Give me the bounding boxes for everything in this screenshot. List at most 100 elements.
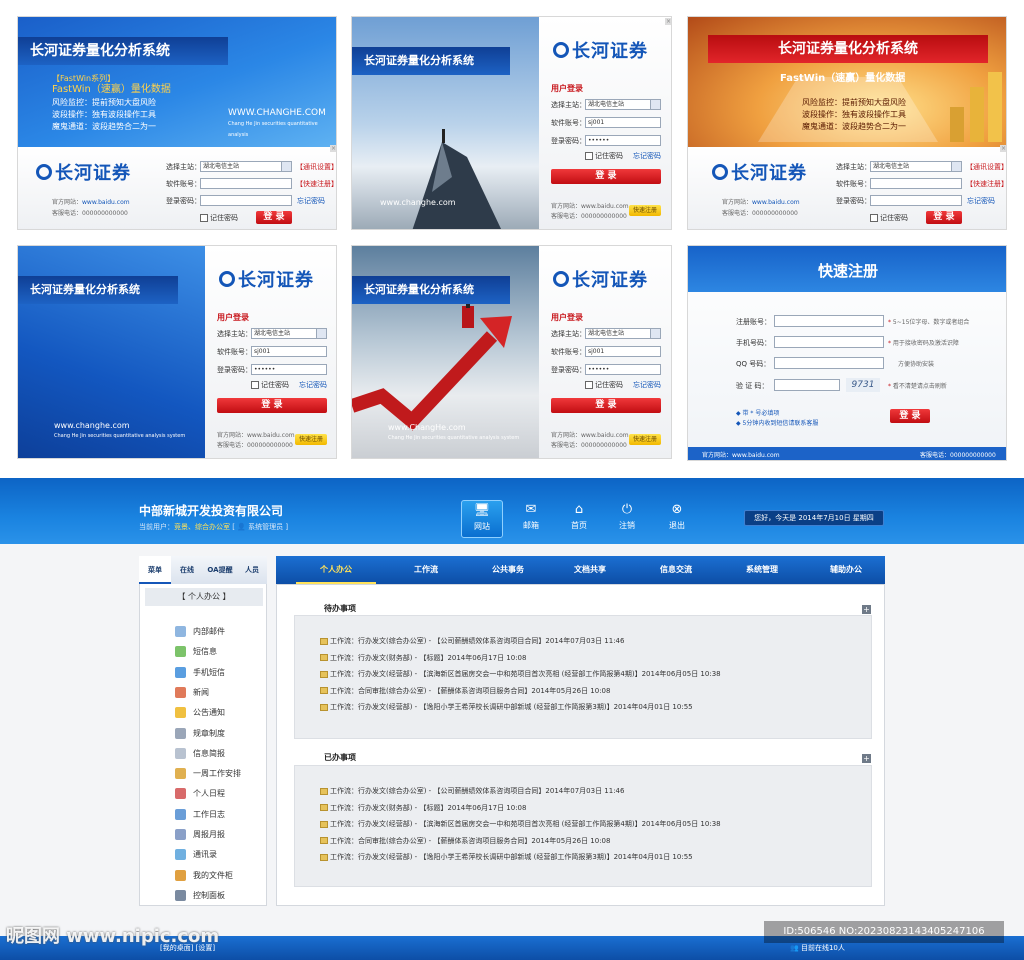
password-input[interactable] bbox=[870, 195, 962, 206]
menu-icon bbox=[175, 646, 186, 658]
quick-register-button[interactable]: 快速注册 bbox=[629, 205, 661, 216]
list-item[interactable]: 工作流：行办发文(综合办公室) - 【公司薪酬绩效体系咨询项目合同】2014年0… bbox=[318, 784, 624, 798]
close-icon[interactable]: × bbox=[665, 18, 671, 25]
feature-line: FastWin（速赢）量化数据 bbox=[52, 84, 171, 95]
password-input[interactable] bbox=[200, 195, 292, 206]
list-item[interactable]: 工作流：行办发文(经营部) - 【逸阳小学王希萍校长调研中部新城 (经营部工作简… bbox=[318, 850, 693, 864]
side-tab-oa-reminder[interactable]: OA提醒 bbox=[203, 556, 237, 584]
monitor-icon: 🖥 bbox=[473, 503, 491, 518]
sidebar-item[interactable]: 一周工作安排 bbox=[175, 764, 265, 784]
nav-exit[interactable]: ⊗ 退出 bbox=[656, 500, 698, 538]
register-phone-input[interactable] bbox=[774, 336, 884, 348]
captcha-input[interactable] bbox=[774, 379, 840, 391]
expand-icon[interactable]: + bbox=[862, 605, 871, 614]
folder-icon bbox=[320, 670, 328, 678]
forgot-link[interactable]: 忘记密码 bbox=[633, 151, 661, 161]
register-button[interactable]: 登 录 bbox=[890, 409, 930, 423]
server-settings-link[interactable]: 【通讯设置】 bbox=[966, 162, 1006, 172]
sidebar-item[interactable]: 规章制度 bbox=[175, 724, 265, 744]
register-qq-input[interactable] bbox=[774, 357, 884, 369]
folder-icon bbox=[320, 637, 328, 645]
login-button[interactable]: 登 录 bbox=[256, 211, 292, 224]
remember-checkbox[interactable]: 记住密码 bbox=[870, 213, 908, 223]
remember-checkbox[interactable]: 记住密码 bbox=[585, 380, 623, 390]
system-title: 长河证券量化分析系统 bbox=[18, 276, 178, 304]
server-select[interactable]: 湖北电信主站 bbox=[200, 161, 292, 172]
server-select[interactable]: 湖北电信主站 bbox=[585, 99, 661, 110]
sidebar-item[interactable]: 内部邮件 bbox=[175, 622, 265, 642]
sidebar-item[interactable]: 我的文件柜 bbox=[175, 866, 265, 886]
password-input[interactable]: •••••• bbox=[585, 364, 661, 375]
register-account-input[interactable] bbox=[774, 315, 884, 327]
remember-checkbox[interactable]: 记住密码 bbox=[251, 380, 289, 390]
remember-checkbox[interactable]: 记住密码 bbox=[200, 213, 238, 223]
list-item[interactable]: 工作流：行办发文(经营部) - 【滨海新区首届房交会一中和苑项目首次亮相 (经营… bbox=[318, 817, 721, 831]
main-tab[interactable]: 信息交流 bbox=[636, 556, 716, 584]
side-tab-menu[interactable]: 菜单 bbox=[139, 556, 171, 584]
nav-logout[interactable]: ⏻ 注销 bbox=[606, 500, 648, 538]
main-tab[interactable]: 辅助办公 bbox=[806, 556, 886, 584]
side-tab-online[interactable]: 在线 bbox=[171, 556, 203, 584]
feature-line: 魔鬼通道：波段趋势合二为一 bbox=[802, 122, 906, 131]
list-item[interactable]: 工作流：行办发文(经营部) - 【逸阳小学王希萍校长调研中部新城 (经营部工作简… bbox=[318, 700, 693, 714]
close-icon[interactable]: × bbox=[330, 145, 336, 152]
password-input[interactable]: •••••• bbox=[251, 364, 327, 375]
nav-website[interactable]: 🖥 网站 bbox=[461, 500, 503, 538]
list-item[interactable]: 工作流：行办发文(财务部) - 【标题】2014年06月17日 10:08 bbox=[318, 651, 526, 665]
main-tab[interactable]: 工作流 bbox=[386, 556, 466, 584]
login-button[interactable]: 登 录 bbox=[551, 398, 661, 413]
menu-icon bbox=[175, 707, 186, 719]
password-input[interactable]: •••••• bbox=[585, 135, 661, 146]
quick-register-button[interactable]: 快速注册 bbox=[629, 434, 661, 445]
sidebar-item[interactable]: 短信息 bbox=[175, 642, 265, 662]
list-item[interactable]: 工作流：行办发文(综合办公室) - 【公司薪酬绩效体系咨询项目合同】2014年0… bbox=[318, 634, 624, 648]
register-panel: 快速注册 注册账号： * 5~15位字母、数字或者组合 手机号码： * 用于接收… bbox=[687, 245, 1007, 461]
account-input[interactable]: sj001 bbox=[585, 346, 661, 357]
forgot-link[interactable]: 忘记密码 bbox=[299, 380, 327, 390]
server-select[interactable]: 湖北电信主站 bbox=[585, 328, 661, 339]
login-button[interactable]: 登 录 bbox=[926, 211, 962, 224]
nav-home[interactable]: ⌂ 首页 bbox=[558, 500, 600, 538]
quick-register-button[interactable]: 快速注册 bbox=[295, 434, 327, 445]
sidebar-item[interactable]: 信息简报 bbox=[175, 744, 265, 764]
system-title: 长河证券量化分析系统 bbox=[352, 47, 510, 75]
main-tab[interactable]: 公共事务 bbox=[468, 556, 548, 584]
brand-logo: 长河证券 bbox=[553, 37, 648, 63]
account-input[interactable]: sj001 bbox=[585, 117, 661, 128]
main-tab[interactable]: 系统管理 bbox=[722, 556, 802, 584]
close-icon[interactable]: × bbox=[1000, 145, 1006, 152]
user-login-heading: 用户登录 bbox=[217, 313, 249, 322]
main-tab[interactable]: 文档共享 bbox=[550, 556, 630, 584]
sidebar-item[interactable]: 通讯录 bbox=[175, 845, 265, 865]
sidebar-item[interactable]: 公告通知 bbox=[175, 703, 265, 723]
forgot-link[interactable]: 忘记密码 bbox=[633, 380, 661, 390]
sidebar-item[interactable]: 手机短信 bbox=[175, 663, 265, 683]
list-item[interactable]: 工作流：合同审批(综合办公室) - 【薪酬体系咨询项目服务合同】2014年05月… bbox=[318, 834, 610, 848]
captcha-image[interactable]: 9731 bbox=[846, 378, 880, 392]
server-select[interactable]: 湖北电信主站 bbox=[251, 328, 327, 339]
sidebar-item[interactable]: 周报月报 bbox=[175, 825, 265, 845]
list-item[interactable]: 工作流：合同审批(综合办公室) - 【薪酬体系咨询项目服务合同】2014年05月… bbox=[318, 684, 610, 698]
forgot-link[interactable]: 忘记密码 bbox=[967, 196, 995, 206]
account-input[interactable]: sj001 bbox=[251, 346, 327, 357]
quick-register-link[interactable]: 【快速注册】 bbox=[966, 179, 1006, 189]
quick-register-link[interactable]: 【快速注册】 bbox=[296, 179, 336, 189]
forgot-link[interactable]: 忘记密码 bbox=[297, 196, 325, 206]
sidebar-item[interactable]: 新闻 bbox=[175, 683, 265, 703]
list-item[interactable]: 工作流：行办发文(经营部) - 【滨海新区首届房交会一中和苑项目首次亮相 (经营… bbox=[318, 667, 721, 681]
login-button[interactable]: 登 录 bbox=[551, 169, 661, 184]
login-button[interactable]: 登 录 bbox=[217, 398, 327, 413]
expand-icon[interactable]: + bbox=[862, 754, 871, 763]
nav-mail[interactable]: ✉ 邮箱 bbox=[510, 500, 552, 538]
sidebar-item[interactable]: 个人日程 bbox=[175, 784, 265, 804]
sidebar-item[interactable]: 控制面板 bbox=[175, 886, 265, 906]
main-tab[interactable]: 个人办公 bbox=[296, 556, 376, 584]
server-settings-link[interactable]: 【通讯设置】 bbox=[296, 162, 336, 172]
side-tab-people[interactable]: 人员 bbox=[237, 556, 267, 584]
list-item[interactable]: 工作流：行办发文(财务部) - 【标题】2014年06月17日 10:08 bbox=[318, 801, 526, 815]
server-select[interactable]: 湖北电信主站 bbox=[870, 161, 962, 172]
account-input[interactable] bbox=[200, 178, 292, 189]
sidebar-item[interactable]: 工作日志 bbox=[175, 805, 265, 825]
account-input[interactable] bbox=[870, 178, 962, 189]
remember-checkbox[interactable]: 记住密码 bbox=[585, 151, 623, 161]
